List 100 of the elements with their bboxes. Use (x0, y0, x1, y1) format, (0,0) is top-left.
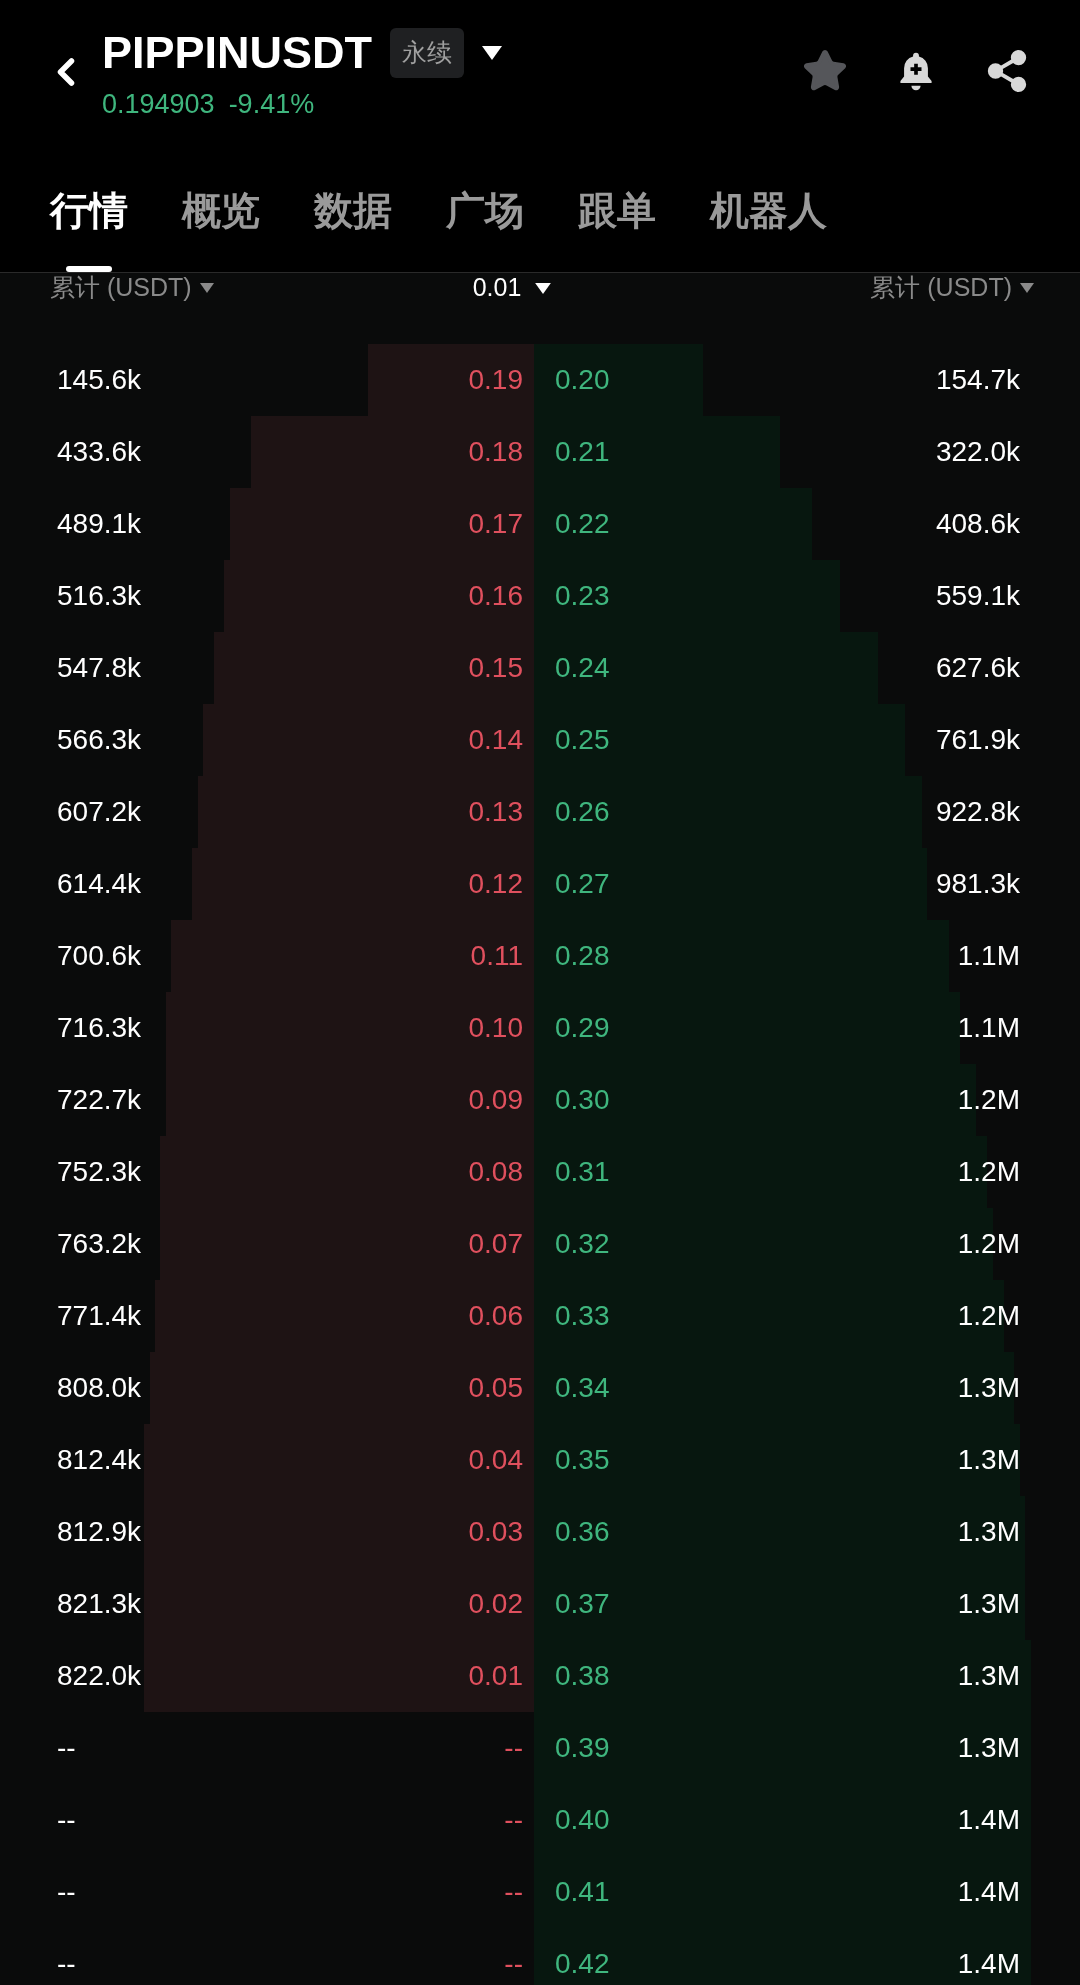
cumulative-amount: 614.4k (57, 867, 142, 901)
cumulative-amount: 1.1M (957, 1011, 1020, 1045)
cumulative-amount: 761.9k (935, 723, 1020, 757)
tab[interactable]: 广场 (446, 150, 524, 272)
tab[interactable]: 数据 (314, 150, 392, 272)
price-change: -9.41% (228, 87, 315, 121)
price: 0.04 (468, 1443, 523, 1477)
price: 0.10 (468, 1011, 523, 1045)
price: 0.02 (468, 1587, 523, 1621)
caret-icon (1020, 283, 1034, 293)
tab[interactable]: 概览 (182, 150, 260, 272)
price: 0.21 (555, 435, 610, 469)
price: 0.36 (555, 1515, 610, 1549)
cumulative-amount: 627.6k (935, 651, 1020, 685)
price: 0.40 (555, 1803, 610, 1837)
price: 0.09 (468, 1083, 523, 1117)
cumulative-amount: 1.3M (957, 1443, 1020, 1477)
cumulative-amount: 1.3M (957, 1515, 1020, 1549)
precision-selector[interactable]: 0.01 (472, 269, 552, 307)
price: 0.42 (555, 1947, 610, 1981)
cumulative-amount: 808.0k (57, 1371, 142, 1405)
price: 0.41 (555, 1875, 610, 1909)
price: 0.32 (555, 1227, 610, 1261)
cumulative-amount: 981.3k (935, 867, 1020, 901)
cumulative-amount: 763.2k (57, 1227, 142, 1261)
price: 0.14 (468, 723, 523, 757)
contract-type-tag: 永续 (390, 28, 465, 78)
price: 0.27 (555, 867, 610, 901)
price: 0.01 (468, 1659, 523, 1693)
cumulative-amount: 700.6k (57, 939, 142, 973)
tab[interactable]: 行情 (50, 150, 128, 272)
cumulative-amount: 822.0k (57, 1659, 142, 1693)
caret-icon (535, 282, 552, 294)
price: 0.11 (470, 939, 523, 973)
price: -- (504, 1731, 523, 1765)
cumulative-amount: 433.6k (57, 435, 142, 469)
price: 0.35 (555, 1443, 610, 1477)
price: 0.30 (555, 1083, 610, 1117)
cumulative-amount: 1.2M (957, 1227, 1020, 1261)
left-column-header[interactable]: 累计 (USDT) (50, 269, 214, 307)
price: 0.31 (555, 1155, 610, 1189)
price: 0.24 (555, 651, 610, 685)
cumulative-amount: 559.1k (935, 579, 1020, 613)
price: 0.08 (468, 1155, 523, 1189)
price: 0.26 (555, 795, 610, 829)
tab[interactable]: 机器人 (710, 150, 827, 272)
price: -- (504, 1947, 523, 1981)
cumulative-amount: 607.2k (57, 795, 142, 829)
price: 0.33 (555, 1299, 610, 1333)
cumulative-amount: 1.3M (957, 1659, 1020, 1693)
price: 0.06 (468, 1299, 523, 1333)
cumulative-amount: 489.1k (57, 507, 142, 541)
cumulative-amount: -- (57, 1875, 76, 1909)
price: 0.16 (468, 579, 523, 613)
price: 0.05 (468, 1371, 523, 1405)
cumulative-amount: 145.6k (57, 363, 142, 397)
price: 0.34 (555, 1371, 610, 1405)
price: 0.29 (555, 1011, 610, 1045)
cumulative-amount: 722.7k (57, 1083, 142, 1117)
cumulative-amount: 1.2M (957, 1299, 1020, 1333)
price: 0.23 (555, 579, 610, 613)
cumulative-amount: 566.3k (57, 723, 142, 757)
cumulative-amount: 547.8k (57, 651, 142, 685)
price: 0.03 (468, 1515, 523, 1549)
cumulative-amount: 516.3k (57, 579, 142, 613)
cumulative-amount: 752.3k (57, 1155, 142, 1189)
cumulative-amount: 1.1M (957, 939, 1020, 973)
price: 0.37 (555, 1587, 610, 1621)
price: 0.07 (468, 1227, 523, 1261)
cumulative-amount: 716.3k (57, 1011, 142, 1045)
price: 0.38 (555, 1659, 610, 1693)
caret-icon (482, 45, 503, 60)
cumulative-amount: 1.2M (957, 1083, 1020, 1117)
price: 0.15 (468, 651, 523, 685)
cumulative-amount: -- (57, 1947, 76, 1981)
symbol-title: PIPPINUSDT (102, 30, 373, 76)
price: -- (504, 1803, 523, 1837)
cumulative-amount: 1.3M (957, 1731, 1020, 1765)
price: 0.39 (555, 1731, 610, 1765)
cumulative-amount: 322.0k (935, 435, 1020, 469)
cumulative-amount: 812.4k (57, 1443, 142, 1477)
price: 0.13 (468, 795, 523, 829)
price: 0.20 (555, 363, 610, 397)
cumulative-amount: 771.4k (57, 1299, 142, 1333)
cumulative-amount: 821.3k (57, 1587, 142, 1621)
cumulative-amount: 922.8k (935, 795, 1020, 829)
price: 0.19 (468, 363, 523, 397)
tab[interactable]: 跟单 (578, 150, 656, 272)
cumulative-amount: 1.2M (957, 1155, 1020, 1189)
price: -- (504, 1875, 523, 1909)
cumulative-amount: 812.9k (57, 1515, 142, 1549)
caret-icon (199, 283, 214, 293)
cumulative-amount: 1.4M (957, 1875, 1020, 1909)
last-price: 0.194903 (102, 87, 215, 121)
price: 0.18 (468, 435, 523, 469)
cumulative-amount: 1.3M (957, 1587, 1020, 1621)
price: 0.28 (555, 939, 610, 973)
cumulative-amount: 154.7k (935, 363, 1020, 397)
right-column-header[interactable]: 累计 (USDT) (870, 269, 1034, 307)
cumulative-amount: -- (57, 1731, 76, 1765)
